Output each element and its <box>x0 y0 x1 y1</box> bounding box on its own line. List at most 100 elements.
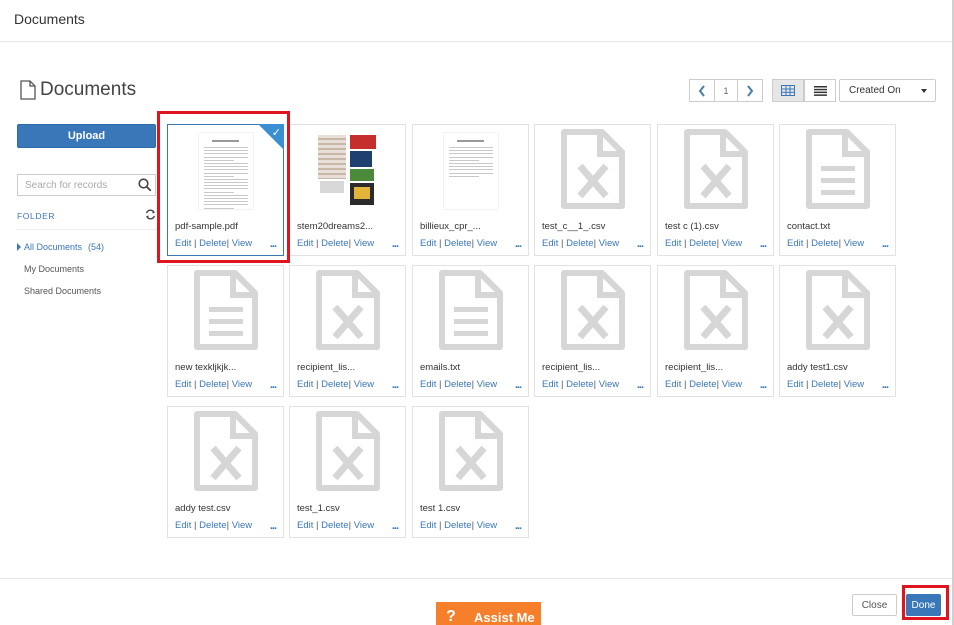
delete-link[interactable]: Delete <box>321 520 348 531</box>
document-card[interactable]: billieux_cpr_... Edit | Delete| View... <box>412 124 529 256</box>
delete-link[interactable]: Delete <box>566 238 593 249</box>
delete-link[interactable]: Delete <box>566 379 593 390</box>
more-options-icon[interactable]: ... <box>270 379 277 391</box>
document-card[interactable]: new texkljkjk... Edit | Delete| View... <box>167 265 284 397</box>
document-thumbnail-area[interactable] <box>413 125 528 217</box>
view-link[interactable]: View <box>477 238 497 249</box>
document-card[interactable]: addy test1.csv Edit | Delete| View... <box>779 265 896 397</box>
sort-dropdown[interactable]: Created On <box>839 79 936 102</box>
document-thumbnail-area[interactable] <box>290 266 405 358</box>
more-options-icon[interactable]: ... <box>515 379 522 391</box>
view-link[interactable]: View <box>844 238 864 249</box>
more-options-icon[interactable]: ... <box>392 379 399 391</box>
document-card[interactable]: recipient_lis... Edit | Delete| View... <box>289 265 406 397</box>
view-link[interactable]: View <box>722 379 742 390</box>
folder-shared-documents[interactable]: Shared Documents <box>24 286 101 296</box>
more-options-icon[interactable]: ... <box>392 520 399 532</box>
document-card[interactable]: addy test.csv Edit | Delete| View... <box>167 406 284 538</box>
more-options-icon[interactable]: ... <box>882 379 889 391</box>
document-thumbnail-area[interactable] <box>535 125 650 217</box>
more-options-icon[interactable]: ... <box>760 379 767 391</box>
delete-link[interactable]: Delete <box>321 379 348 390</box>
edit-link[interactable]: Edit <box>542 238 558 249</box>
next-page-button[interactable] <box>737 79 763 102</box>
search-icon[interactable] <box>138 178 152 197</box>
document-thumbnail-area[interactable] <box>780 266 895 358</box>
edit-link[interactable]: Edit <box>665 379 681 390</box>
document-thumbnail-area[interactable] <box>658 266 773 358</box>
upload-button[interactable]: Upload <box>17 124 156 148</box>
edit-link[interactable]: Edit <box>542 379 558 390</box>
separator: | <box>436 520 445 531</box>
document-card[interactable]: recipient_lis... Edit | Delete| View... <box>534 265 651 397</box>
view-link[interactable]: View <box>477 379 497 390</box>
delete-link[interactable]: Delete <box>199 520 226 531</box>
document-card[interactable]: recipient_lis... Edit | Delete| View... <box>657 265 774 397</box>
edit-link[interactable]: Edit <box>297 238 313 249</box>
view-link[interactable]: View <box>354 520 374 531</box>
document-thumbnail-area[interactable] <box>535 266 650 358</box>
delete-link[interactable]: Delete <box>811 238 838 249</box>
delete-link[interactable]: Delete <box>199 379 226 390</box>
document-card[interactable]: test c (1).csv Edit | Delete| View... <box>657 124 774 256</box>
more-options-icon[interactable]: ... <box>392 238 399 250</box>
delete-link[interactable]: Delete <box>444 238 471 249</box>
document-thumbnail-area[interactable] <box>413 266 528 358</box>
view-link[interactable]: View <box>599 238 619 249</box>
edit-link[interactable]: Edit <box>665 238 681 249</box>
edit-link[interactable]: Edit <box>420 379 436 390</box>
edit-link[interactable]: Edit <box>420 238 436 249</box>
list-view-button[interactable] <box>804 79 836 102</box>
document-thumbnail-area[interactable] <box>168 407 283 499</box>
document-card[interactable]: test 1.csv Edit | Delete| View... <box>412 406 529 538</box>
edit-link[interactable]: Edit <box>297 520 313 531</box>
edit-link[interactable]: Edit <box>175 379 191 390</box>
document-card[interactable]: emails.txt Edit | Delete| View... <box>412 265 529 397</box>
more-options-icon[interactable]: ... <box>637 238 644 250</box>
document-card[interactable]: contact.txt Edit | Delete| View... <box>779 124 896 256</box>
document-card[interactable]: test_1.csv Edit | Delete| View... <box>289 406 406 538</box>
edit-link[interactable]: Edit <box>297 379 313 390</box>
delete-link[interactable]: Delete <box>811 379 838 390</box>
assist-me-button[interactable]: ? Assist Me <box>436 602 541 625</box>
delete-link[interactable]: Delete <box>444 379 471 390</box>
document-card[interactable]: test_c__1_.csv Edit | Delete| View... <box>534 124 651 256</box>
more-options-icon[interactable]: ... <box>760 238 767 250</box>
document-thumbnail-area[interactable] <box>413 407 528 499</box>
delete-link[interactable]: Delete <box>689 379 716 390</box>
document-card[interactable]: stem20dreams2... Edit | Delete| View... <box>289 124 406 256</box>
delete-link[interactable]: Delete <box>444 520 471 531</box>
more-options-icon[interactable]: ... <box>637 379 644 391</box>
document-thumbnail-area[interactable] <box>290 407 405 499</box>
delete-link[interactable]: Delete <box>321 238 348 249</box>
folder-all-documents[interactable]: All Documents (54) <box>17 242 104 252</box>
edit-link[interactable]: Edit <box>175 520 191 531</box>
more-options-icon[interactable]: ... <box>270 520 277 532</box>
grid-view-button[interactable] <box>772 79 804 102</box>
edit-link[interactable]: Edit <box>420 520 436 531</box>
document-name: addy test.csv <box>175 503 231 514</box>
delete-link[interactable]: Delete <box>689 238 716 249</box>
view-link[interactable]: View <box>477 520 497 531</box>
document-thumbnail-area[interactable] <box>780 125 895 217</box>
document-thumbnail-area[interactable] <box>658 125 773 217</box>
search-input[interactable] <box>18 175 128 196</box>
view-link[interactable]: View <box>599 379 619 390</box>
folder-my-documents[interactable]: My Documents <box>24 264 84 274</box>
more-options-icon[interactable]: ... <box>882 238 889 250</box>
view-link[interactable]: View <box>354 379 374 390</box>
view-link[interactable]: View <box>232 379 252 390</box>
edit-link[interactable]: Edit <box>787 238 803 249</box>
view-link[interactable]: View <box>844 379 864 390</box>
view-link[interactable]: View <box>232 520 252 531</box>
edit-link[interactable]: Edit <box>787 379 803 390</box>
more-options-icon[interactable]: ... <box>515 520 522 532</box>
view-link[interactable]: View <box>722 238 742 249</box>
view-link[interactable]: View <box>354 238 374 249</box>
more-options-icon[interactable]: ... <box>515 238 522 250</box>
document-thumbnail-area[interactable] <box>290 125 405 217</box>
prev-page-button[interactable] <box>689 79 715 102</box>
close-button[interactable]: Close <box>852 594 897 616</box>
document-thumbnail-area[interactable] <box>168 266 283 358</box>
refresh-icon[interactable] <box>145 209 156 222</box>
